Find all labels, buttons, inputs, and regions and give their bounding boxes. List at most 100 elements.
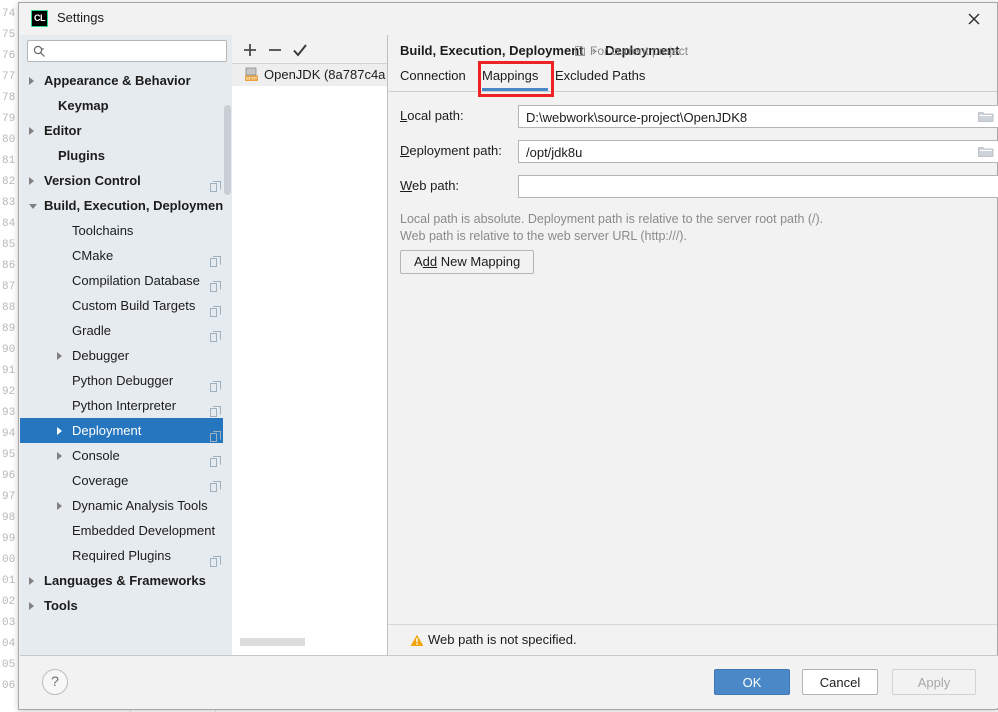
chevron-down-icon[interactable] (29, 204, 37, 209)
form-hint-text: Local path is absolute. Deployment path … (400, 211, 823, 245)
sidebar-item-compilation-database[interactable]: Compilation Database (20, 268, 232, 293)
tab-mappings[interactable]: Mappings (482, 63, 548, 91)
search-box[interactable] (27, 40, 227, 62)
deployment-path-input[interactable] (524, 143, 968, 162)
sidebar-item-tools[interactable]: Tools (20, 593, 232, 618)
add-new-mapping-button[interactable]: Add New Mapping (400, 250, 535, 274)
sidebar-item-version-control[interactable]: Version Control (20, 168, 232, 193)
sidebar-item-gradle[interactable]: Gradle (20, 318, 232, 343)
checkmark-icon[interactable] (290, 40, 310, 60)
sidebar-item-build-execution-deployment[interactable]: Build, Execution, Deployment (20, 193, 232, 218)
form-row: Local path: (400, 105, 998, 128)
scope-hint-label: For current project (590, 44, 689, 58)
cancel-button[interactable]: Cancel (802, 669, 878, 695)
sidebar-item-console[interactable]: Console (20, 443, 232, 468)
sidebar-scrollbar-thumb[interactable] (224, 105, 231, 195)
backdrop-line-number: 86 (2, 260, 16, 272)
field-label: Deployment path: (400, 143, 502, 158)
folder-icon[interactable] (978, 145, 994, 163)
sidebar-item-toolchains[interactable]: Toolchains (20, 218, 232, 243)
sidebar-item-python-debugger[interactable]: Python Debugger (20, 368, 232, 393)
backdrop-line-number: 75 (2, 29, 16, 41)
chevron-right-icon[interactable] (57, 452, 62, 460)
sidebar-scrollbar-track[interactable] (223, 68, 232, 657)
web-path-input[interactable] (524, 178, 968, 197)
tab-excluded-paths[interactable]: Excluded Paths (555, 63, 649, 91)
search-icon (33, 45, 45, 57)
field-input-wrapper[interactable] (518, 105, 998, 128)
server-list: SFTP OpenJDK (8a787c4a (232, 64, 387, 639)
backdrop-line-number: 99 (2, 533, 16, 545)
chevron-right-icon[interactable] (57, 427, 62, 435)
form-row: Web path: (400, 175, 998, 198)
tab-label: Excluded Paths (555, 68, 646, 83)
tab-connection[interactable]: Connection (400, 63, 474, 91)
sidebar-item-cmake[interactable]: CMake (20, 243, 232, 268)
sidebar-item-label: Console (72, 448, 120, 463)
server-list-item[interactable]: SFTP OpenJDK (8a787c4a (232, 64, 387, 86)
sidebar-item-deployment[interactable]: Deployment (20, 418, 232, 443)
chevron-right-icon[interactable] (57, 352, 62, 360)
server-list-hscrollbar-thumb[interactable] (240, 638, 305, 646)
field-input-wrapper[interactable] (518, 175, 998, 198)
server-list-item-label: OpenJDK (8a787c4a (264, 67, 386, 82)
sidebar-item-label: Debugger (72, 348, 130, 363)
warning-message: Web path is not specified. (428, 632, 577, 647)
chevron-right-icon[interactable] (29, 177, 34, 185)
server-toolbar (232, 35, 387, 64)
sidebar-item-editor[interactable]: Editor (20, 118, 232, 143)
field-input-wrapper[interactable] (518, 140, 998, 163)
backdrop-line-number: 82 (2, 176, 16, 188)
breadcrumb-root: Build, Execution, Deployment (400, 43, 584, 58)
sidebar-item-label: Required Plugins (72, 548, 172, 563)
sidebar-item-label: Plugins (58, 148, 105, 163)
sidebar-item-custom-build-targets[interactable]: Custom Build Targets (20, 293, 232, 318)
backdrop-line-number: 89 (2, 323, 16, 335)
plus-icon[interactable] (240, 40, 260, 60)
close-icon[interactable] (951, 3, 997, 33)
backdrop-line-number: 91 (2, 365, 16, 377)
backdrop-line-number: 80 (2, 134, 16, 146)
backdrop-line-number: 06 (2, 680, 16, 692)
svg-text:SFTP: SFTP (246, 76, 257, 81)
tab-label: Connection (400, 68, 466, 83)
sidebar-item-label: Build, Execution, Deployment (44, 198, 228, 213)
apply-button[interactable]: Apply (892, 669, 976, 695)
clion-logo-icon: CL (31, 10, 48, 27)
backdrop-line-number: 87 (2, 281, 16, 293)
sidebar-item-embedded-development[interactable]: Embedded Development (20, 518, 232, 543)
backdrop-line-number: 92 (2, 386, 16, 398)
backdrop-line-number: 83 (2, 197, 16, 209)
backdrop-line-number: 85 (2, 239, 16, 251)
sidebar-item-label: Appearance & Behavior (44, 73, 191, 88)
ok-button[interactable]: OK (714, 669, 790, 695)
help-button[interactable]: ? (42, 669, 68, 695)
sidebar-item-required-plugins[interactable]: Required Plugins (20, 543, 232, 568)
sidebar-item-python-interpreter[interactable]: Python Interpreter (20, 393, 232, 418)
sidebar-item-dynamic-analysis-tools[interactable]: Dynamic Analysis Tools (20, 493, 232, 518)
sidebar-item-appearance-behavior[interactable]: Appearance & Behavior (20, 68, 232, 93)
sidebar-item-keymap[interactable]: Keymap (20, 93, 232, 118)
backdrop-line-number: 78 (2, 92, 16, 104)
tab-label: Mappings (482, 68, 539, 83)
local-path-input[interactable] (524, 108, 968, 127)
field-label: Web path: (400, 178, 460, 193)
sidebar-item-plugins[interactable]: Plugins (20, 143, 232, 168)
sidebar-item-debugger[interactable]: Debugger (20, 343, 232, 368)
chevron-right-icon[interactable] (29, 602, 34, 610)
sidebar-item-label: Python Interpreter (72, 398, 177, 413)
folder-icon[interactable] (978, 110, 994, 128)
backdrop-line-number: 81 (2, 155, 16, 167)
search-input[interactable] (50, 43, 226, 62)
dialog-title: Settings (57, 10, 104, 25)
sidebar-item-languages-frameworks[interactable]: Languages & Frameworks (20, 568, 232, 593)
minus-icon[interactable] (265, 40, 285, 60)
chevron-right-icon[interactable] (29, 77, 34, 85)
chevron-right-icon[interactable] (29, 577, 34, 585)
sidebar-item-coverage[interactable]: Coverage (20, 468, 232, 493)
sidebar-item-label: Dynamic Analysis Tools (72, 498, 208, 513)
sidebar-item-label: Deployment (72, 423, 142, 438)
chevron-right-icon[interactable] (29, 127, 34, 135)
chevron-right-icon[interactable] (57, 502, 62, 510)
warning-triangle-icon (410, 634, 424, 646)
